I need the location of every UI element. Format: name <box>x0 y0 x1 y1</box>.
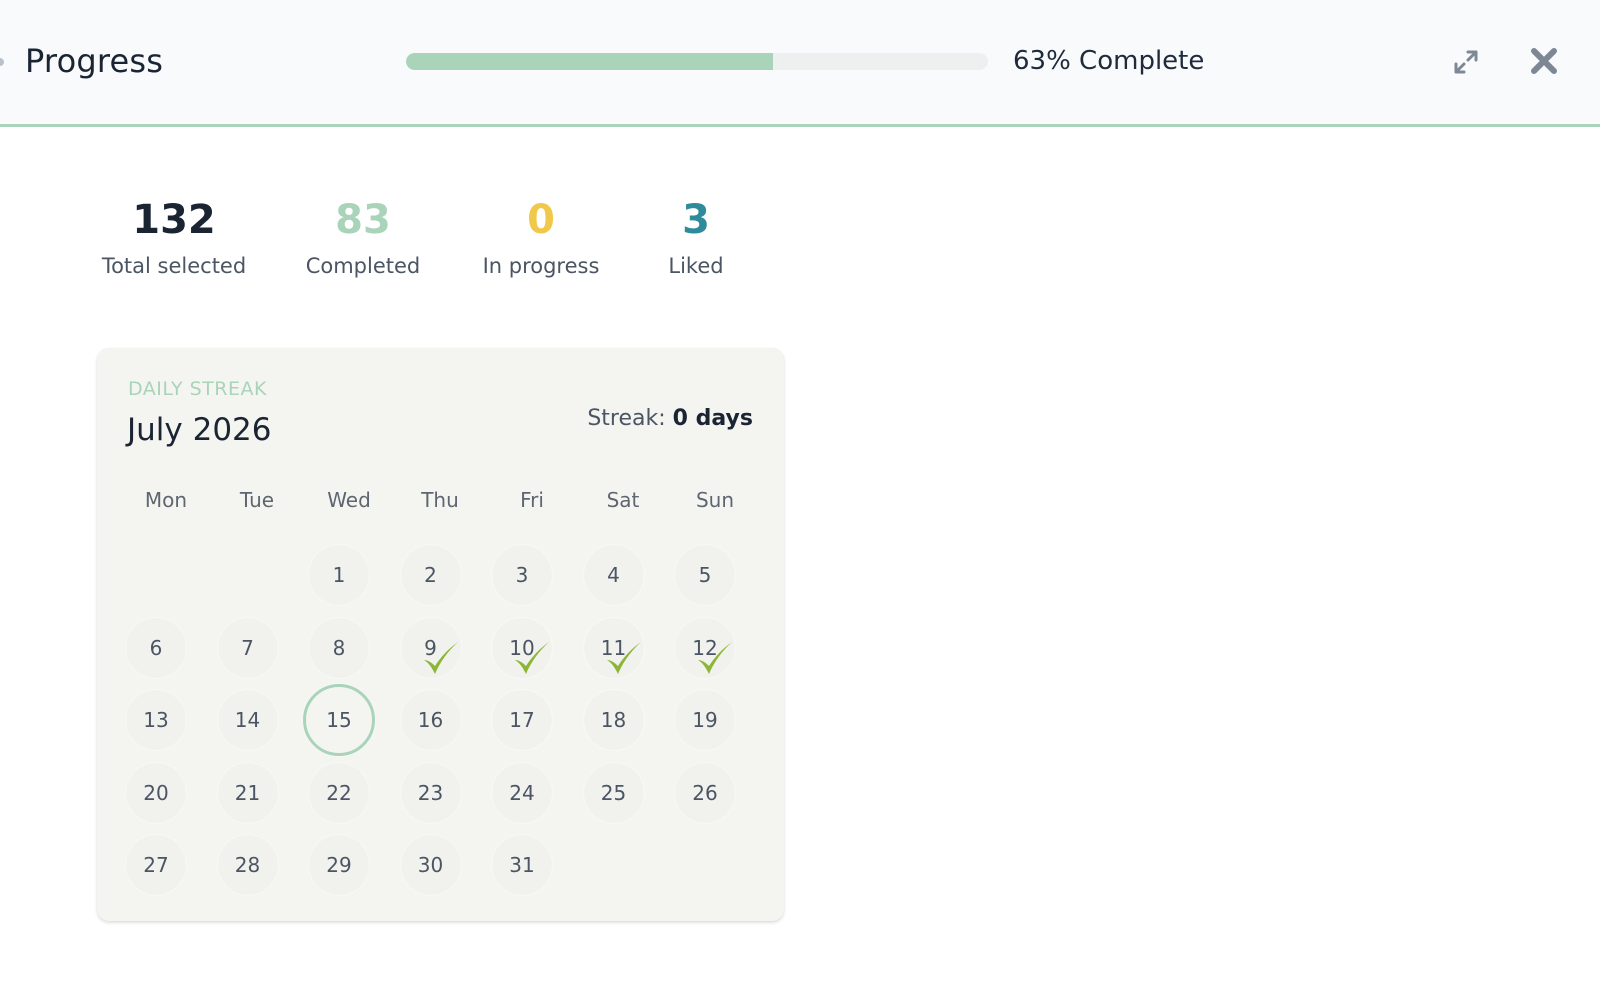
stat-value: 0 <box>527 197 555 243</box>
calendar-day[interactable]: 18 <box>583 690 644 750</box>
calendar-day[interactable]: 13 <box>126 690 186 750</box>
calendar-day[interactable]: 28 <box>217 835 278 895</box>
calendar-day[interactable]: 6 <box>126 617 186 678</box>
close-icon <box>1531 48 1557 74</box>
calendar-day[interactable]: 11 <box>583 617 644 678</box>
stat-value: 132 <box>132 197 216 243</box>
calendar-day[interactable]: 31 <box>492 835 552 895</box>
daily-streak-card: DAILY STREAK July 2026 Streak: 0 days Mo… <box>97 348 784 921</box>
calendar-day[interactable]: 12 <box>675 617 735 678</box>
calendar-day[interactable]: 21 <box>217 762 278 823</box>
calendar-day[interactable]: 5 <box>675 545 735 605</box>
calendar-day[interactable]: 10 <box>492 617 552 678</box>
calendar-day[interactable]: 16 <box>400 690 461 750</box>
calendar-day[interactable]: 29 <box>309 835 369 895</box>
stat-completed: 83 Completed <box>303 190 423 278</box>
calendar-day[interactable]: 24 <box>492 762 552 823</box>
calendar-day[interactable]: 23 <box>400 762 461 823</box>
calendar-day[interactable]: 4 <box>583 545 644 605</box>
calendar-day[interactable]: 30 <box>400 835 461 895</box>
stat-liked: 3 Liked <box>656 190 736 278</box>
calendar-day[interactable]: 3 <box>492 545 552 605</box>
calendar-day-today[interactable]: 15 <box>303 684 375 756</box>
stat-value: 3 <box>682 197 710 243</box>
calendar-day[interactable]: 1 <box>309 545 369 605</box>
calendar-day[interactable]: 25 <box>583 762 644 823</box>
calendar-day[interactable]: 19 <box>675 690 735 750</box>
stat-label: Completed <box>305 254 421 278</box>
stat-value: 83 <box>335 197 391 243</box>
progress-bar <box>406 53 988 70</box>
stat-label: Total selected <box>101 254 247 278</box>
calendar-day[interactable]: 26 <box>675 762 735 823</box>
stat-label: In progress <box>482 254 600 278</box>
stat-total-selected: 132 Total selected <box>97 190 251 278</box>
calendar-day[interactable]: 7 <box>217 617 278 678</box>
progress-bar-fill <box>406 53 773 70</box>
calendar-day[interactable]: 14 <box>217 690 278 750</box>
calendar-grid: 1 2 3 4 5 6 7 8 9 10 11 12 13 14 15 16 17 18 19 20 21 22 23 24 2… <box>97 348 784 921</box>
calendar-day[interactable]: 9 <box>400 617 461 678</box>
calendar-day[interactable]: 2 <box>400 545 461 605</box>
edge-indicator <box>0 58 4 66</box>
stat-label: Liked <box>668 254 724 278</box>
calendar-day[interactable]: 8 <box>309 617 369 678</box>
progress-label: 63% Complete <box>1013 46 1205 76</box>
close-button[interactable] <box>1527 44 1561 78</box>
calendar-day[interactable]: 27 <box>126 835 186 895</box>
expand-icon <box>1454 50 1478 74</box>
expand-button[interactable] <box>1450 46 1482 78</box>
progress-header: Progress 63% Complete <box>0 0 1600 127</box>
calendar-day[interactable]: 20 <box>126 762 186 823</box>
page-title: Progress <box>25 42 164 80</box>
calendar-day[interactable]: 17 <box>492 690 552 750</box>
calendar-day[interactable]: 22 <box>309 762 369 823</box>
stat-in-progress: 0 In progress <box>479 190 603 278</box>
